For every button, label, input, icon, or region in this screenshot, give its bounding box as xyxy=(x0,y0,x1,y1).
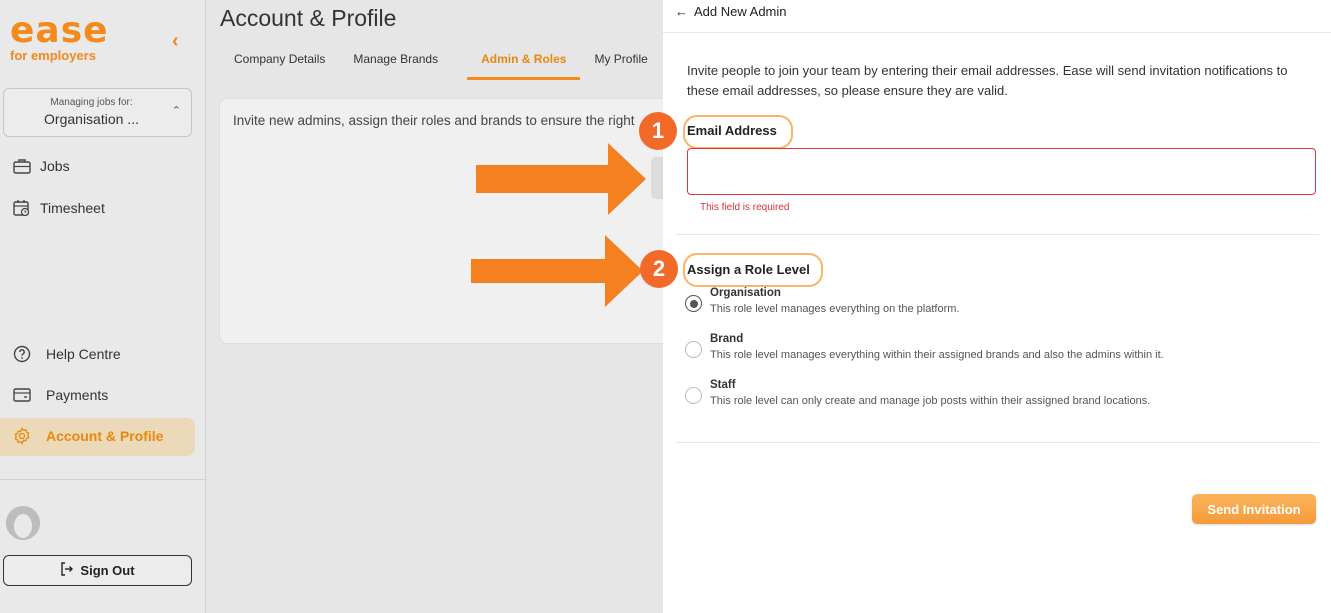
page-title: Account & Profile xyxy=(220,5,397,31)
briefcase-icon xyxy=(12,156,32,176)
send-invitation-button[interactable]: Send Invitation xyxy=(1192,494,1316,524)
sidebar-item-label: Payments xyxy=(46,387,109,403)
admin-card: Invite new admins, assign their roles an… xyxy=(219,98,671,344)
drawer-back-button[interactable]: ← Add New Admin xyxy=(675,4,787,19)
avatar[interactable] xyxy=(6,506,40,540)
drawer-title: Add New Admin xyxy=(694,4,787,19)
role-description: This role level manages everything on th… xyxy=(710,303,960,315)
role-description: This role level can only create and mana… xyxy=(710,395,1151,407)
tab-my-profile[interactable]: My Profile xyxy=(580,44,661,80)
sidebar-item-label: Help Centre xyxy=(46,346,121,362)
annotation-arrow-2 xyxy=(471,235,643,307)
role-title: Brand xyxy=(710,333,744,345)
sidebar-item-label: Timesheet xyxy=(40,200,105,216)
tab-admin-roles[interactable]: Admin & Roles xyxy=(467,44,581,80)
role-option-organisation[interactable]: Organisation This role level manages eve… xyxy=(685,287,959,315)
sidebar-item-label: Account & Profile xyxy=(46,428,164,444)
role-description: This role level manages everything withi… xyxy=(710,349,1164,361)
admin-card-description: Invite new admins, assign their roles an… xyxy=(233,113,635,128)
managing-jobs-label: Managing jobs for: xyxy=(50,97,133,108)
arrow-left-icon: ← xyxy=(675,4,688,19)
sidebar-item-payments[interactable]: Payments xyxy=(12,385,108,405)
role-title: Staff xyxy=(710,379,736,391)
section-divider xyxy=(675,442,1319,443)
drawer-divider xyxy=(663,32,1331,33)
sidebar-item-timesheet[interactable]: Timesheet xyxy=(12,198,105,218)
sidebar-item-jobs[interactable]: Jobs xyxy=(12,156,70,176)
calendar-clock-icon xyxy=(12,198,32,218)
sidebar-item-label: Jobs xyxy=(40,158,70,174)
logo-subtitle: for employers xyxy=(10,48,96,63)
sidebar-divider xyxy=(0,479,206,480)
collapse-sidebar-icon[interactable]: ‹ xyxy=(172,30,179,53)
sidebar: ease for employers ‹ Managing jobs for: … xyxy=(0,0,206,613)
sidebar-item-account-profile[interactable]: Account & Profile xyxy=(12,426,163,446)
gear-icon xyxy=(12,426,32,446)
sign-out-label: Sign Out xyxy=(80,563,135,578)
add-admin-drawer: ← Add New Admin Invite people to join yo… xyxy=(663,0,1331,613)
step-2-badge: 2 xyxy=(640,250,678,288)
role-option-brand[interactable]: Brand This role level manages everything… xyxy=(685,333,1164,361)
annotation-arrow-1 xyxy=(476,143,646,215)
email-error-text: This field is required xyxy=(700,202,790,213)
role-option-staff[interactable]: Staff This role level can only create an… xyxy=(685,379,1150,407)
radio-staff[interactable] xyxy=(685,387,702,404)
tab-manage-brands[interactable]: Manage Brands xyxy=(339,44,452,80)
wallet-icon xyxy=(12,385,32,405)
drawer-intro-text: Invite people to join your team by enter… xyxy=(687,63,1288,98)
chevron-up-icon: ⌃ xyxy=(171,105,181,117)
profile-tabs: Company Details Manage Brands Admin & Ro… xyxy=(220,44,662,80)
email-address-label: Email Address xyxy=(687,123,777,138)
sign-out-button[interactable]: Sign Out xyxy=(3,555,192,586)
logo-wordmark: ease xyxy=(10,10,109,51)
role-title: Organisation xyxy=(710,287,781,299)
step-1-badge: 1 xyxy=(639,112,677,150)
managing-jobs-value: Organisation ... xyxy=(44,111,139,127)
radio-organisation[interactable] xyxy=(685,295,702,312)
sign-out-icon xyxy=(60,562,74,579)
organisation-selector[interactable]: Managing jobs for: Organisation ... ⌃ xyxy=(3,88,192,137)
sidebar-item-help-centre[interactable]: Help Centre xyxy=(12,344,121,364)
radio-brand[interactable] xyxy=(685,341,702,358)
tab-company-details[interactable]: Company Details xyxy=(220,44,339,80)
section-divider xyxy=(675,234,1319,235)
ease-logo[interactable]: ease for employers xyxy=(10,10,109,64)
assign-role-label: Assign a Role Level xyxy=(687,262,810,277)
email-field[interactable] xyxy=(687,148,1316,195)
help-circle-icon xyxy=(12,344,32,364)
